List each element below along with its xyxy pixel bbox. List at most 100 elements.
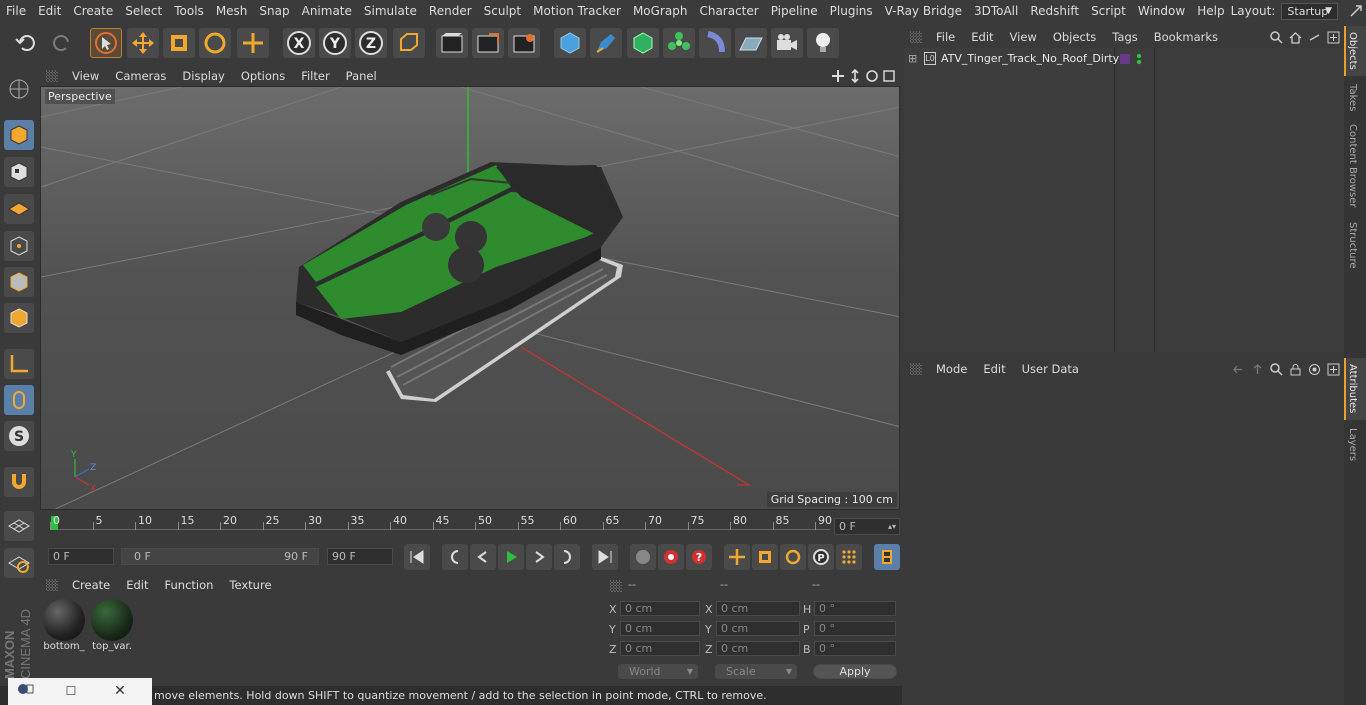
camera-button[interactable]	[771, 28, 803, 58]
new-window-icon[interactable]	[1327, 363, 1340, 376]
expand-plus-icon[interactable]: ⊞	[908, 52, 917, 65]
expand-icon[interactable]	[1348, 3, 1364, 19]
up-arrow-icon[interactable]	[1251, 363, 1264, 376]
light-button[interactable]	[807, 28, 839, 58]
start-frame-field[interactable]: 0 F	[48, 548, 114, 565]
close-icon[interactable]: ✕	[98, 682, 142, 701]
material-menu-function[interactable]: Function	[157, 578, 222, 592]
live-select-button[interactable]	[90, 28, 122, 58]
record-button[interactable]	[658, 544, 684, 570]
tab-content-browser[interactable]: Content Browser	[1347, 124, 1358, 207]
frame-range-slider[interactable]: 0 F 90 F	[121, 548, 319, 565]
menu-plugins[interactable]: Plugins	[824, 0, 879, 22]
am-menu-user-data[interactable]: User Data	[1014, 362, 1087, 376]
app-icon[interactable]	[8, 682, 44, 702]
model-mode-button[interactable]	[4, 120, 34, 150]
om-menu-objects[interactable]: Objects	[1045, 30, 1104, 44]
snap-button[interactable]	[4, 467, 34, 497]
scale-button[interactable]	[163, 28, 195, 58]
motion-record-button[interactable]	[630, 544, 656, 570]
goto-end-button[interactable]	[592, 544, 618, 570]
next-key-button[interactable]	[554, 544, 580, 570]
move-button[interactable]	[127, 28, 159, 58]
render-settings-button[interactable]	[508, 28, 540, 58]
goto-start-button[interactable]	[404, 544, 430, 570]
play-button[interactable]	[498, 544, 524, 570]
tab-structure[interactable]: Structure	[1347, 222, 1358, 269]
material-swatch[interactable]: top_var.	[91, 599, 133, 655]
workplane-lock-button[interactable]	[4, 511, 34, 541]
menu-vray-bridge[interactable]: V-Ray Bridge	[879, 0, 968, 22]
new-window-icon[interactable]	[1327, 31, 1340, 44]
deformer-button[interactable]	[699, 28, 731, 58]
maximize-icon[interactable]: ☐	[44, 682, 98, 701]
material-menu-create[interactable]: Create	[64, 578, 118, 592]
viewport-zoom-icon[interactable]	[848, 69, 862, 83]
lock-icon[interactable]	[1289, 363, 1302, 376]
menu-pipeline[interactable]: Pipeline	[765, 0, 824, 22]
cloner-button[interactable]	[663, 28, 695, 58]
position-y-field[interactable]: 0 cm	[620, 621, 700, 636]
am-menu-mode[interactable]: Mode	[928, 362, 975, 376]
render-queue-button[interactable]	[472, 28, 504, 58]
timeline-button[interactable]	[874, 544, 900, 570]
menu-tools[interactable]: Tools	[168, 0, 210, 22]
om-menu-file[interactable]: File	[928, 30, 963, 44]
subdivision-button[interactable]	[627, 28, 659, 58]
position-z-field[interactable]: 0 cm	[620, 641, 700, 656]
menu-file[interactable]: File	[0, 0, 32, 22]
object-list[interactable]: ⊞ L0 ATV_Tinger_Track_No_Roof_Dirty	[904, 48, 1344, 352]
menu-mograph[interactable]: MoGraph	[627, 0, 694, 22]
menu-redshift[interactable]: Redshift	[1024, 0, 1085, 22]
tab-takes[interactable]: Takes	[1347, 84, 1358, 111]
panel-grip-icon[interactable]	[46, 579, 58, 591]
pen-button[interactable]	[590, 28, 622, 58]
size-z-field[interactable]: 0 cm	[716, 641, 800, 656]
menu-animate[interactable]: Animate	[296, 0, 358, 22]
om-menu-view[interactable]: View	[1002, 30, 1045, 44]
menu-select[interactable]: Select	[119, 0, 168, 22]
edges-mode-button[interactable]	[4, 267, 34, 297]
key-pla-button[interactable]	[836, 544, 862, 570]
menu-motion-tracker[interactable]: Motion Tracker	[527, 0, 627, 22]
perspective-viewport[interactable]: Y Z X Perspective Grid Spacing : 100 cm	[40, 86, 900, 510]
menu-3dtoall[interactable]: 3DToAll	[968, 0, 1024, 22]
layout-select[interactable]: Startup ▼	[1281, 2, 1338, 20]
back-arrow-icon[interactable]	[1232, 363, 1245, 376]
rotate-button[interactable]	[199, 28, 231, 58]
menu-render[interactable]: Render	[423, 0, 478, 22]
render-view-button[interactable]	[436, 28, 468, 58]
rotation-b-field[interactable]: 0 °	[814, 641, 896, 656]
position-x-field[interactable]: 0 cm	[620, 601, 700, 616]
y-axis-button[interactable]: Y	[319, 28, 351, 58]
x-axis-button[interactable]: X	[283, 28, 315, 58]
prev-frame-button[interactable]	[470, 544, 496, 570]
axis-mode-button[interactable]	[4, 349, 34, 379]
current-frame-field[interactable]: 0 F ▴▾	[834, 518, 900, 535]
menu-window[interactable]: Window	[1132, 0, 1191, 22]
object-name[interactable]: ATV_Tinger_Track_No_Roof_Dirty	[941, 52, 1119, 65]
menu-sculpt[interactable]: Sculpt	[478, 0, 527, 22]
undo-button[interactable]	[10, 28, 42, 58]
next-frame-button[interactable]	[526, 544, 552, 570]
search-icon[interactable]	[1270, 362, 1283, 376]
viewport-menu-filter[interactable]: Filter	[293, 69, 337, 83]
floor-button[interactable]	[735, 28, 767, 58]
apply-button[interactable]: Apply	[813, 664, 897, 679]
viewport-rotate-icon[interactable]	[865, 69, 879, 83]
panel-grip-icon[interactable]	[46, 70, 58, 82]
make-editable-button[interactable]	[4, 74, 34, 104]
am-menu-edit[interactable]: Edit	[975, 362, 1013, 376]
tab-layers[interactable]: Layers	[1347, 428, 1358, 461]
rotation-h-field[interactable]: 0 °	[814, 601, 896, 616]
transform-button[interactable]	[237, 28, 269, 58]
prev-key-button[interactable]	[442, 544, 468, 570]
key-position-button[interactable]	[724, 544, 750, 570]
viewport-menu-cameras[interactable]: Cameras	[107, 69, 174, 83]
menu-mesh[interactable]: Mesh	[210, 0, 254, 22]
z-axis-button[interactable]: Z	[355, 28, 387, 58]
home-icon[interactable]	[1289, 31, 1302, 44]
material-menu-texture[interactable]: Texture	[221, 578, 279, 592]
auto-key-button[interactable]: ?	[686, 544, 712, 570]
key-parameter-button[interactable]: P	[808, 544, 834, 570]
